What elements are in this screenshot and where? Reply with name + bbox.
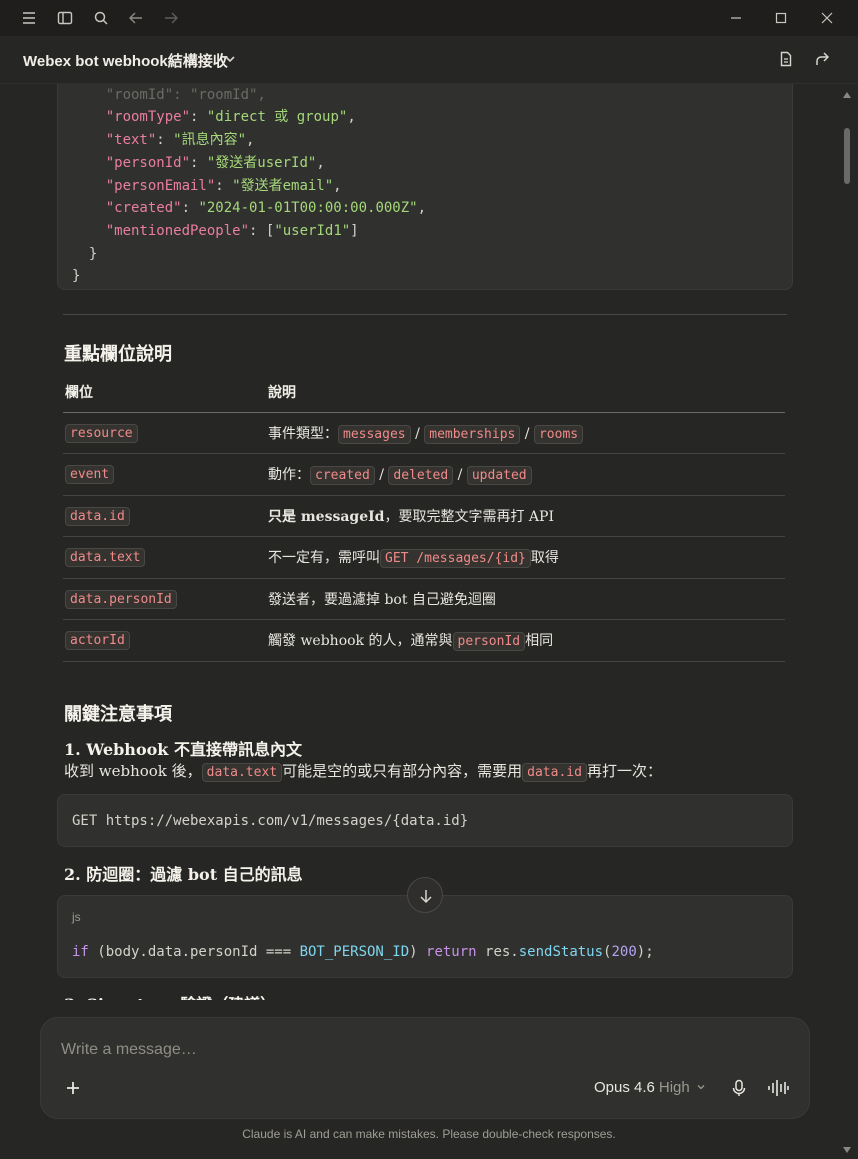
chevron-down-icon [697, 1085, 705, 1090]
fields-table: 欄位 說明 resource 事件類型： messages / membershi… [63, 372, 785, 662]
search-icon[interactable] [92, 9, 110, 27]
back-icon[interactable] [127, 9, 145, 27]
field-code: actorId [65, 631, 130, 651]
section-heading: 重點欄位說明 [64, 344, 172, 365]
table-row: data.text 不一定有，需呼叫 GET /messages/{id} 取得 [63, 536, 785, 579]
chevron-down-icon[interactable] [222, 51, 238, 67]
table-header-row: 欄位 說明 [63, 372, 785, 413]
table-row: data.id 只是 messageId，要取完整文字需再打 API [63, 495, 785, 537]
scroll-down-arrow[interactable] [843, 1147, 851, 1153]
code-line: "created": "2024-01-01T00:00:00.000Z", [105, 200, 427, 217]
message-composer: Opus 4.6High [40, 1017, 810, 1119]
code-line: "personId": "發送者userId", [105, 154, 325, 171]
code-line-partial: "roomId": "roomId", [72, 86, 266, 103]
table-row: resource 事件類型： messages / memberships / r… [63, 412, 785, 454]
conversation-header: Webex bot webhook結構接收 [0, 36, 858, 84]
scrollbar-thumb[interactable] [844, 128, 850, 184]
field-code: event [65, 465, 115, 485]
conversation-title[interactable]: Webex bot webhook結構接收 [23, 50, 228, 71]
table-row: event 動作： created / deleted / updated [63, 453, 785, 496]
scroll-up-arrow[interactable] [843, 92, 851, 98]
voice-mode-icon[interactable] [767, 1078, 789, 1098]
code-line: } [72, 268, 81, 285]
section-heading: 關鍵注意事項 [64, 704, 172, 725]
note-title: 2. 防迴圈：過濾 bot 自己的訊息 [64, 865, 303, 884]
model-selector[interactable]: Opus 4.6 High [594, 1079, 706, 1096]
field-code: data.id [65, 506, 130, 526]
code-line: } [72, 245, 98, 262]
field-code: data.text [65, 548, 146, 568]
field-code: data.personId [65, 589, 177, 609]
share-icon[interactable] [813, 50, 831, 68]
json-code-block: "roomId": "roomId", "roomType": "direct … [57, 84, 793, 290]
code-line: "personEmail": "發送者email", [105, 177, 342, 194]
table-row: data.personId 發送者，要過濾掉 bot 自己避免迴圈 [63, 578, 785, 620]
forward-icon[interactable] [162, 9, 180, 27]
note-title: 1. Webhook 不直接帶訊息內文 [64, 740, 302, 759]
note-paragraph: 收到 webhook 後， data.text 可能是空的或只有部分內容，需要用 da… [64, 762, 662, 782]
message-input[interactable] [61, 1038, 761, 1062]
window-topbar [0, 0, 858, 36]
chat-content: "roomId": "roomId", "roomType": "direct … [0, 84, 840, 1159]
field-code: resource [65, 423, 138, 443]
document-icon[interactable] [777, 50, 795, 68]
code-language-label: js [72, 910, 81, 924]
code-block: GET https://webexapis.com/v1/messages/{d… [57, 794, 793, 847]
maximize-icon[interactable] [772, 9, 790, 27]
plus-icon[interactable] [63, 1078, 83, 1098]
close-icon[interactable] [818, 9, 836, 27]
code-line: "mentionedPeople": ["userId1"] [105, 222, 359, 239]
scroll-to-bottom-button[interactable] [407, 877, 443, 913]
divider [63, 314, 787, 315]
model-name: Opus 4.6 [594, 1079, 655, 1096]
effort-level: High [658, 1079, 690, 1096]
table-header-desc: 說明 [266, 372, 785, 413]
code-line: GET https://webexapis.com/v1/messages/{d… [72, 813, 469, 829]
minimize-icon[interactable] [727, 9, 745, 27]
code-line: "text": "訊息內容", [105, 132, 255, 149]
table-row: actorId 觸發 webhook 的人，通常與 personId 相同 [63, 619, 785, 662]
table-header-field: 欄位 [63, 372, 266, 413]
arrow-down-icon [420, 890, 432, 904]
microphone-icon[interactable] [729, 1078, 749, 1098]
code-line: if (body.data.personId === BOT_PERSON_ID… [72, 944, 654, 960]
disclaimer-text: Claude is AI and can make mistakes. Plea… [242, 1127, 616, 1141]
sidebar-icon[interactable] [56, 9, 74, 27]
menu-icon[interactable] [20, 9, 38, 27]
code-line: "roomType": "direct 或 group", [105, 109, 356, 126]
scrollbar[interactable] [840, 84, 858, 1159]
